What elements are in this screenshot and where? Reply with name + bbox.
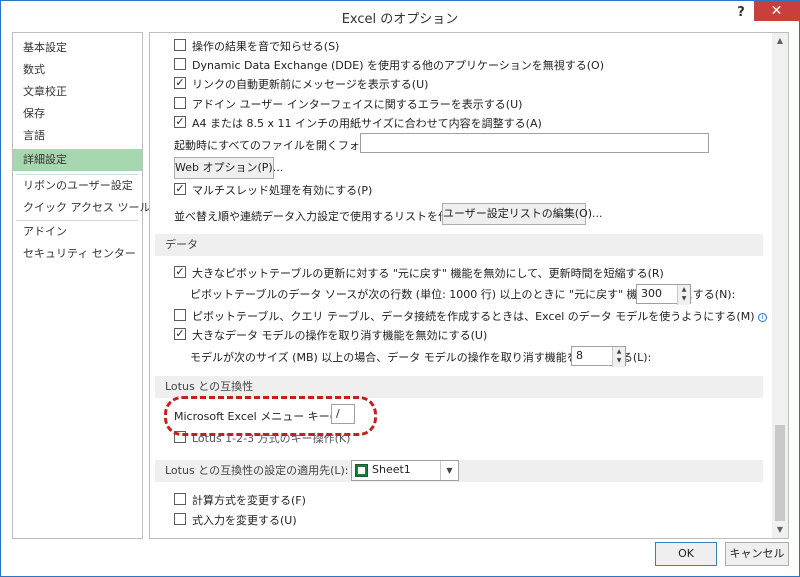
spinner-buttons[interactable]: ▲ ▼ xyxy=(612,347,625,367)
model-size-spinner[interactable]: 8 ▲ ▼ xyxy=(571,346,626,367)
option-label: アドイン ユーザー インターフェイスに関するエラーを表示する(U) xyxy=(192,98,523,111)
nav-item-save[interactable]: 保存 xyxy=(13,103,142,125)
spin-up-icon[interactable]: ▲ xyxy=(678,285,690,294)
scroll-down-icon[interactable]: ▼ xyxy=(772,522,788,538)
spin-down-icon[interactable]: ▼ xyxy=(613,356,625,365)
nav-item-formulas[interactable]: 数式 xyxy=(13,59,142,81)
spin-down-icon[interactable]: ▼ xyxy=(678,294,690,303)
option-label: マルチスレッド処理を有効にする(P) xyxy=(192,184,373,197)
highlight-callout xyxy=(164,396,377,436)
nav-item-language[interactable]: 言語 xyxy=(13,125,142,147)
section-heading-lotus: Lotus との互換性 xyxy=(155,376,763,398)
edit-custom-lists-button[interactable]: ユーザー設定リストの編集(O)... xyxy=(442,203,603,225)
checkbox-ignore-dde[interactable] xyxy=(174,58,186,70)
nav-item-customize-ribbon[interactable]: リボンのユーザー設定 xyxy=(13,175,142,197)
options-category-nav: 基本設定 数式 文章校正 保存 言語 詳細設定 リボンのユーザー設定 クイック … xyxy=(12,32,176,539)
checkbox-pivot-undo[interactable]: ✓ xyxy=(174,266,186,278)
checkbox-data-model[interactable] xyxy=(174,309,186,321)
cancel-button[interactable]: キャンセル xyxy=(725,542,789,566)
spinner-value: 300 xyxy=(641,287,662,300)
option-label: 操作の結果を音で知らせる(S) xyxy=(192,40,340,53)
option-label: A4 または 8.5 x 11 インチの用紙サイズに合わせて内容を調整する(A) xyxy=(192,117,542,130)
close-button[interactable]: ✕ xyxy=(754,1,799,21)
excel-options-dialog: Excel のオプション ? ✕ 基本設定 数式 文章校正 保存 言語 詳細設定… xyxy=(0,0,800,577)
chevron-down-icon[interactable]: ▼ xyxy=(440,461,458,480)
section-heading-data: データ xyxy=(155,234,763,256)
checkbox-transition-formula-entry[interactable] xyxy=(174,513,186,525)
option-label: 大きなデータ モデルの操作を取り消す機能を無効にする(U) xyxy=(192,329,488,342)
option-label: 大きなピボットテーブルの更新に対する "元に戻す" 機能を無効にして、更新時間を… xyxy=(192,267,664,280)
selected-sheet: Sheet1 xyxy=(372,463,411,476)
option-label: Dynamic Data Exchange (DDE) を使用する他のアプリケー… xyxy=(192,59,605,72)
nav-item-quick-access-toolbar[interactable]: クイック アクセス ツール バー xyxy=(13,197,176,219)
scroll-up-icon[interactable]: ▲ xyxy=(772,33,788,49)
option-label: 式入力を変更する(U) xyxy=(192,514,297,527)
help-button[interactable]: ? xyxy=(731,5,751,25)
checkbox-model-undo[interactable]: ✓ xyxy=(174,328,186,340)
dialog-title: Excel のオプション xyxy=(341,12,459,27)
nav-item-general[interactable]: 基本設定 xyxy=(13,37,142,59)
info-icon[interactable]: i xyxy=(758,313,767,322)
section-heading-lotus-settings: Lotus との互換性の設定の適用先(L): xyxy=(155,460,763,482)
checkbox-multithreaded[interactable]: ✓ xyxy=(174,183,186,195)
web-options-button[interactable]: Web オプション(P)... xyxy=(174,157,283,179)
spinner-buttons[interactable]: ▲ ▼ xyxy=(677,285,690,305)
spin-up-icon[interactable]: ▲ xyxy=(613,347,625,356)
checkbox-ask-update-links[interactable]: ✓ xyxy=(174,77,186,89)
title-bar: Excel のオプション ? ✕ xyxy=(1,1,799,30)
nav-item-proofing[interactable]: 文章校正 xyxy=(13,81,142,103)
option-label: ピボットテーブル、クエリ テーブル、データ接続を作成するときは、Excel のデ… xyxy=(192,308,767,324)
scroll-thumb[interactable] xyxy=(775,425,785,521)
checkbox-addin-ui-errors[interactable] xyxy=(174,97,186,109)
spinner-value: 8 xyxy=(576,349,583,362)
checkbox-scale-a4[interactable]: ✓ xyxy=(174,116,186,128)
checkbox-transition-formula-eval[interactable] xyxy=(174,493,186,505)
option-label: リンクの自動更新前にメッセージを表示する(U) xyxy=(192,78,429,91)
vertical-scrollbar[interactable]: ▲ ▼ xyxy=(772,33,788,538)
lotus-settings-sheet-select[interactable]: Sheet1 ▼ xyxy=(351,460,459,481)
nav-item-advanced[interactable]: 詳細設定 xyxy=(13,149,142,171)
nav-item-trust-center[interactable]: セキュリティ センター xyxy=(13,243,142,265)
advanced-options-panel: 操作の結果を音で知らせる(S) Dynamic Data Exchange (D… xyxy=(149,32,789,539)
worksheet-icon xyxy=(355,464,368,477)
startup-folder-input[interactable] xyxy=(360,133,709,153)
ok-button[interactable]: OK xyxy=(655,542,717,566)
nav-item-addins[interactable]: アドイン xyxy=(13,221,142,243)
pivot-rows-spinner[interactable]: 300 ▲ ▼ xyxy=(636,284,691,305)
checkbox-sound-feedback[interactable] xyxy=(174,39,186,51)
option-label: 計算方式を変更する(F) xyxy=(192,494,306,507)
option-label-text: ピボットテーブル、クエリ テーブル、データ接続を作成するときは、Excel のデ… xyxy=(192,310,755,323)
